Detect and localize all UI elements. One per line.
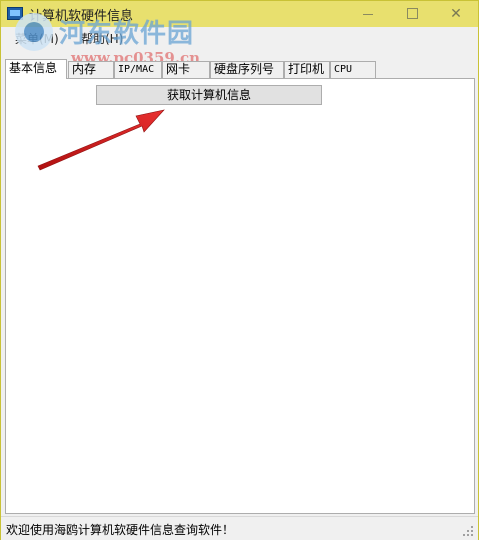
tab-cpu[interactable]: CPU (330, 61, 376, 78)
tab-memory[interactable]: 内存 (68, 61, 114, 78)
tab-network-card[interactable]: 网卡 (162, 61, 210, 78)
tab-panel-basic-info: 获取计算机信息 (5, 78, 475, 514)
resize-grip-icon[interactable] (462, 525, 474, 537)
menu-item-help[interactable]: 帮助(H) (81, 30, 123, 47)
monitor-icon (7, 7, 23, 20)
status-text: 欢迎使用海鸥计算机软硬件信息查询软件！ (6, 523, 235, 537)
tab-basic-info[interactable]: 基本信息 (5, 59, 67, 79)
pointer-arrow-icon (37, 109, 165, 171)
tab-printer[interactable]: 打印机 (284, 61, 330, 78)
maximize-button[interactable] (390, 1, 434, 27)
status-bar: 欢迎使用海鸥计算机软硬件信息查询软件！ (1, 516, 478, 540)
tab-disk-serial[interactable]: 硬盘序列号 (210, 61, 284, 78)
minimize-icon (363, 13, 373, 15)
window-title: 计算机软硬件信息 (29, 9, 134, 24)
maximize-icon (406, 7, 418, 19)
tab-ip-mac[interactable]: IP/MAC (114, 61, 162, 78)
close-button[interactable]: ✕ (434, 1, 478, 27)
minimize-button[interactable] (346, 1, 390, 27)
title-bar[interactable]: 计算机软硬件信息 ✕ (1, 1, 478, 27)
app-window: 计算机软硬件信息 ✕ 菜单(M) 帮助(H) 河东软件园 www.pc0359.… (0, 0, 479, 540)
close-icon: ✕ (450, 6, 462, 22)
tab-bar: 基本信息 内存 IP/MAC 网卡 硬盘序列号 打印机 CPU (5, 59, 475, 79)
menu-bar: 菜单(M) 帮助(H) (1, 27, 478, 49)
menu-item-menu[interactable]: 菜单(M) (15, 30, 59, 47)
